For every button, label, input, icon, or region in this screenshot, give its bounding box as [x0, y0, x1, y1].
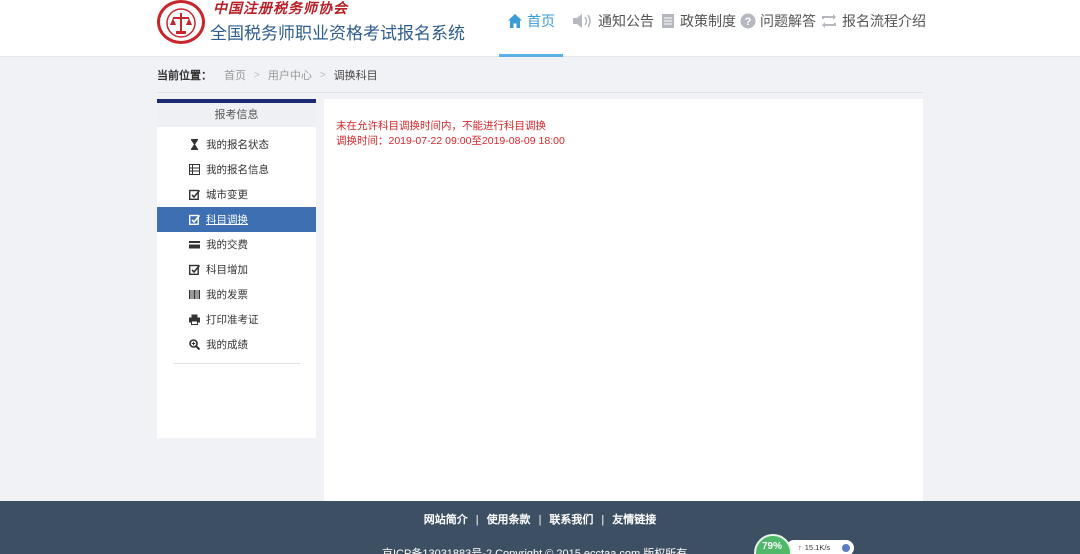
sidebar-item-label: 我的成绩 — [206, 339, 248, 351]
swap-notice: 未在允许科目调换时间内，不能进行科目调换 调换时间：2019-07-22 09:… — [336, 119, 565, 149]
association-name: 中国注册税务师协会 — [213, 1, 348, 17]
question-icon: ? — [740, 13, 756, 29]
sidebar: 报考信息 我的报名状态 我的报名信息 城市变更 科目调换 我的交费 科目增加 我… — [157, 99, 316, 438]
footer-link-about[interactable]: 网站简介 — [424, 514, 468, 526]
document-icon — [660, 13, 676, 29]
sidebar-item-label: 城市变更 — [206, 189, 248, 201]
card-icon — [189, 239, 200, 250]
sidebar-item-label: 科目增加 — [206, 264, 248, 276]
breadcrumb-separator: > — [319, 69, 326, 81]
edit-icon — [188, 189, 201, 201]
sidebar-title: 报考信息 — [157, 103, 316, 127]
page-footer: 网站简介 | 使用条款 | 联系我们 | 友情链接 京ICP备13031883号-2 Cop… — [0, 501, 1080, 554]
status-dot-icon — [842, 544, 850, 552]
footer-links: 网站简介 | 使用条款 | 联系我们 | 友情链接 — [0, 511, 1080, 527]
footer-separator: | — [601, 514, 605, 526]
nav-item-label: 问题解答 — [760, 13, 816, 29]
sidebar-menu: 我的报名状态 我的报名信息 城市变更 科目调换 我的交费 科目增加 我的发票 打… — [157, 132, 316, 357]
sidebar-item-subject-swap[interactable]: 科目调换 — [157, 207, 316, 232]
hourglass-icon — [189, 139, 200, 150]
notice-swap-period: 调换时间：2019-07-22 09:00至2019-08-09 18:00 — [336, 135, 565, 147]
nav-item-home[interactable]: 首页 — [507, 10, 555, 32]
sidebar-item-subject-add[interactable]: 科目增加 — [157, 257, 316, 282]
speed-value: 15.1K/s — [804, 543, 831, 552]
home-icon — [507, 13, 523, 29]
breadcrumb-separator: > — [254, 69, 260, 81]
memory-usage-circle: 79% — [754, 534, 792, 554]
nav-item-label: 通知公告 — [598, 13, 654, 29]
nav-item-policy[interactable]: 政策制度 — [660, 10, 736, 32]
barcode-icon — [189, 289, 200, 300]
speaker-icon — [572, 13, 594, 29]
breadcrumb-divider — [157, 92, 923, 93]
sidebar-item-payment[interactable]: 我的交费 — [157, 232, 316, 257]
sidebar-item-scores[interactable]: 我的成绩 — [157, 332, 316, 357]
sidebar-item-label: 我的发票 — [206, 289, 248, 301]
edit-icon — [188, 264, 201, 276]
zoom-icon — [189, 339, 201, 351]
sidebar-item-city-change[interactable]: 城市变更 — [157, 182, 316, 207]
sidebar-item-registration-status[interactable]: 我的报名状态 — [157, 132, 316, 157]
sidebar-item-label: 我的报名状态 — [206, 139, 269, 151]
system-name: 全国税务师职业资格考试报名系统 — [210, 24, 465, 43]
footer-separator: | — [538, 514, 542, 526]
page-header: 中国注册税务师协会 全国税务师职业资格考试报名系统 首页 通知公告 政策制度 ? — [0, 0, 1080, 57]
breadcrumb-label: 当前位置： — [157, 70, 212, 82]
nav-item-label: 政策制度 — [680, 13, 736, 29]
sidebar-item-label: 我的报名信息 — [206, 164, 269, 176]
nav-active-indicator — [499, 54, 563, 57]
footer-link-contact[interactable]: 联系我们 — [549, 514, 593, 526]
network-speed-widget[interactable]: ↑ 15.1K/s 79% — [754, 534, 854, 554]
breadcrumb: 当前位置： 首页 > 用户中心 > 调换科目 — [157, 66, 378, 84]
nav-item-faq[interactable]: ? 问题解答 — [740, 10, 816, 32]
list-icon — [189, 164, 200, 175]
main-content: 未在允许科目调换时间内，不能进行科目调换 调换时间：2019-07-22 09:… — [324, 99, 923, 503]
print-icon — [189, 314, 200, 325]
upload-arrow-icon: ↑ — [798, 543, 802, 552]
sidebar-item-invoice[interactable]: 我的发票 — [157, 282, 316, 307]
sidebar-item-registration-info[interactable]: 我的报名信息 — [157, 157, 316, 182]
footer-link-friends[interactable]: 友情链接 — [612, 514, 656, 526]
nav-item-notices[interactable]: 通知公告 — [572, 10, 654, 32]
nav-item-process[interactable]: 报名流程介绍 — [820, 10, 926, 32]
breadcrumb-current: 调换科目 — [333, 70, 378, 82]
footer-link-terms[interactable]: 使用条款 — [487, 514, 531, 526]
site-logo[interactable]: 中国注册税务师协会 全国税务师职业资格考试报名系统 — [157, 0, 465, 57]
edit-icon — [188, 214, 201, 226]
association-seal-icon — [157, 0, 205, 44]
copyright-text: 京ICP备13031883号-2 Copyright © 2015 ecctaa… — [382, 548, 688, 554]
footer-separator: | — [475, 514, 479, 526]
memory-percent: 79% — [762, 541, 783, 552]
breadcrumb-user-center[interactable]: 用户中心 — [268, 67, 312, 83]
nav-item-label: 报名流程介绍 — [842, 13, 926, 29]
notice-not-allowed: 未在允许科目调换时间内，不能进行科目调换 — [336, 120, 546, 132]
sidebar-item-label: 科目调换 — [206, 214, 248, 226]
svg-text:?: ? — [745, 16, 752, 28]
refresh-icon — [820, 13, 838, 29]
breadcrumb-home[interactable]: 首页 — [224, 67, 246, 83]
sidebar-item-print-admission[interactable]: 打印准考证 — [157, 307, 316, 332]
speed-readout: ↑ 15.1K/s — [786, 540, 854, 554]
sidebar-item-label: 我的交费 — [206, 239, 248, 251]
nav-item-label: 首页 — [527, 13, 555, 29]
sidebar-item-label: 打印准考证 — [206, 314, 259, 326]
sidebar-divider — [173, 363, 300, 364]
